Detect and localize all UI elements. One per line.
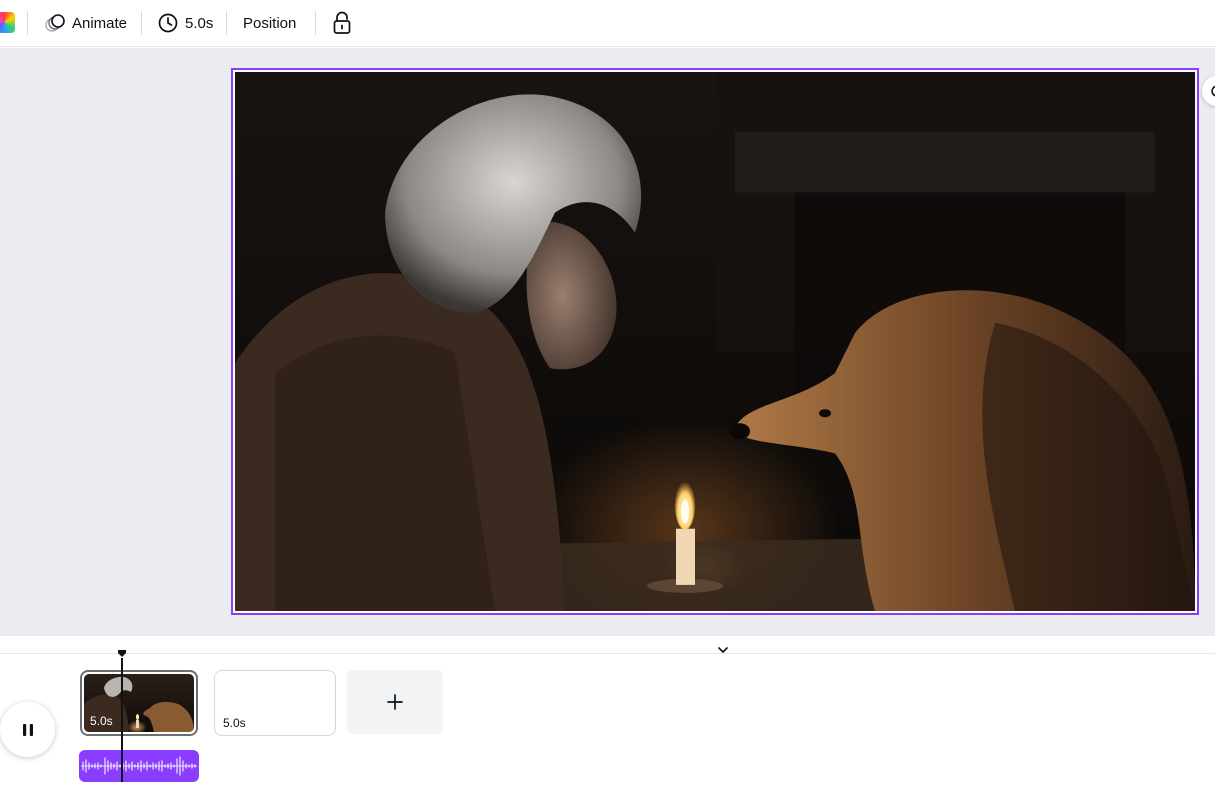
animate-icon	[44, 12, 66, 34]
rotate-handle[interactable]	[1202, 76, 1215, 106]
clip-duration: 5.0s	[223, 716, 246, 730]
unlock-icon	[331, 11, 353, 35]
add-page-button[interactable]	[347, 670, 443, 734]
plus-icon	[387, 694, 403, 710]
playhead-line[interactable]	[121, 658, 123, 782]
editor-toolbar: Animate 5.0s Position	[0, 0, 1215, 47]
animate-label: Animate	[72, 14, 128, 32]
audio-waveform	[81, 756, 197, 776]
toolbar-divider	[226, 11, 227, 35]
pause-icon	[22, 723, 33, 736]
timeline-clip-1[interactable]: 5.0s	[80, 670, 198, 736]
audio-track[interactable]	[79, 750, 199, 782]
duration-button[interactable]: 5.0s	[153, 8, 217, 38]
toolbar-divider	[27, 11, 28, 35]
toolbar-divider	[141, 11, 142, 35]
selected-page-frame[interactable]	[231, 68, 1199, 615]
clip-thumbnail: 5.0s	[84, 674, 194, 732]
position-button[interactable]: Position	[239, 8, 300, 38]
play-pause-button[interactable]	[0, 702, 55, 757]
lock-button[interactable]	[327, 8, 357, 38]
rainbow-color-icon[interactable]	[0, 12, 15, 33]
timeline-clip-2[interactable]: 5.0s	[214, 670, 336, 736]
photo-woman-and-dog-candle[interactable]	[235, 72, 1195, 611]
clip-duration: 5.0s	[90, 714, 113, 728]
toolbar-divider	[315, 11, 316, 35]
rotate-icon	[1211, 85, 1215, 97]
clock-icon	[157, 12, 179, 34]
timeline-panel: 5.0s 5.0s	[0, 650, 1215, 802]
animate-button[interactable]: Animate	[40, 8, 131, 38]
photo-illustration	[235, 72, 1195, 611]
position-label: Position	[243, 14, 297, 32]
duration-label: 5.0s	[185, 14, 214, 32]
canvas-area	[0, 48, 1215, 636]
